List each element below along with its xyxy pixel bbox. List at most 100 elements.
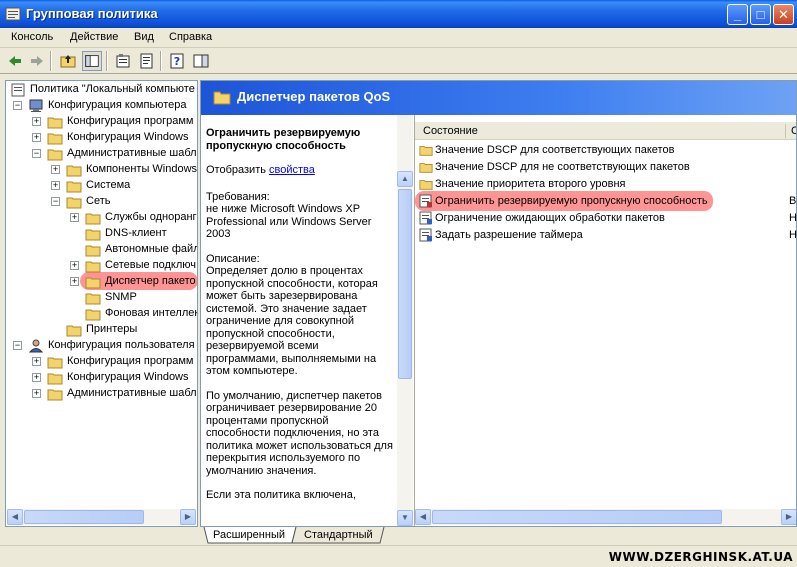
user-icon	[28, 339, 44, 353]
list-item-label: Значение DSCP для не соответствующих пак…	[435, 161, 690, 173]
tree-item-label: DNS-клиент	[105, 227, 167, 239]
expand-icon[interactable]: +	[32, 373, 41, 382]
folder-open-icon	[85, 277, 101, 289]
title-bar: Групповая политика _ □ ✕	[0, 0, 797, 28]
watermark-text: WWW.DZERGHINSK.AT.UA	[608, 550, 793, 564]
folder-icon	[419, 146, 433, 156]
list-item-selected[interactable]: Ограничить резервируемую пропускную спос…	[417, 193, 797, 210]
list-item[interactable]: Задать разрешение таймера Н	[417, 227, 797, 244]
column-header-state[interactable]: С	[791, 125, 796, 137]
folder-icon	[47, 373, 63, 385]
list-item[interactable]: Значение DSCP для не соответствующих пак…	[417, 159, 796, 176]
scroll-left-icon[interactable]: ◀	[7, 509, 23, 525]
view-tabs: Расширенный Стандартный	[200, 527, 797, 545]
menu-console[interactable]: Консоль	[11, 31, 53, 43]
folder-icon	[85, 309, 101, 321]
tree-item-label: Конфигурация программ	[67, 355, 194, 367]
column-divider[interactable]	[785, 124, 786, 138]
properties-icon[interactable]	[113, 51, 133, 71]
tab-standard[interactable]: Стандартный	[304, 529, 373, 545]
list-item-label: Значение DSCP для соответствующих пакето…	[435, 144, 675, 156]
properties-link[interactable]: свойства	[269, 164, 315, 176]
scroll-thumb[interactable]	[432, 510, 722, 524]
tree-item-label: Конфигурация пользователя	[48, 339, 195, 351]
list-horizontal-scrollbar[interactable]: ◀ ▶	[415, 509, 796, 525]
forward-arrow-icon[interactable]	[27, 51, 47, 71]
scroll-right-icon[interactable]: ▶	[180, 509, 196, 525]
collapse-icon[interactable]: −	[13, 101, 22, 110]
scroll-up-icon[interactable]: ▲	[397, 171, 413, 187]
maximize-button[interactable]: □	[750, 4, 771, 25]
expand-icon[interactable]: +	[32, 133, 41, 142]
list-item-state: Н	[789, 229, 797, 241]
back-arrow-icon[interactable]	[5, 51, 25, 71]
tree-item-label: Диспетчер пакето	[105, 275, 196, 287]
list-item[interactable]: Ограничение ожидающих обработки пакетов …	[417, 210, 796, 227]
folder-icon	[85, 213, 101, 225]
expand-icon[interactable]: +	[70, 277, 79, 286]
folder-icon	[85, 229, 101, 241]
policy-setting-icon	[419, 228, 432, 242]
show-tree-icon[interactable]	[82, 51, 102, 71]
tree-item-label: Конфигурация компьютера	[48, 99, 187, 111]
up-folder-icon[interactable]	[58, 51, 78, 71]
expand-icon[interactable]: +	[70, 213, 79, 222]
description-vertical-scrollbar[interactable]: ▲ ▼	[397, 115, 413, 526]
enabled-text: Если эта политика включена,	[206, 489, 356, 501]
expand-icon[interactable]: +	[32, 389, 41, 398]
folder-icon	[66, 325, 82, 337]
tree-horizontal-scrollbar[interactable]: ◀ ▶	[7, 509, 196, 525]
minimize-button[interactable]: _	[727, 4, 748, 25]
collapse-icon[interactable]: −	[32, 149, 41, 158]
expand-icon[interactable]: +	[32, 117, 41, 126]
description-pane: Ограничить резервируемую пропускную спос…	[201, 115, 414, 526]
folder-icon	[66, 181, 82, 193]
tree-item-label: Службы одноранг	[105, 211, 197, 223]
expand-icon[interactable]: +	[32, 357, 41, 366]
tree-item-label: Конфигурация Windows	[67, 371, 189, 383]
description-body: Описание: Определяет долю в процентах пр…	[206, 252, 378, 378]
tree-item-label: Система	[86, 179, 131, 191]
folder-open-icon	[47, 149, 63, 161]
tree-item-label: Фоновая интеллек	[105, 307, 198, 319]
menu-view[interactable]: Вид	[134, 31, 154, 43]
tree-item-label: Административные шабл	[67, 387, 197, 399]
folder-icon	[66, 165, 82, 177]
toolbar-separator	[106, 51, 108, 71]
requirements-text: Требования: не ниже Microsoft Windows XP…	[206, 190, 372, 241]
settings-list[interactable]: Состояние С Значение DSCP для соответств…	[414, 115, 797, 526]
close-button[interactable]: ✕	[773, 4, 794, 25]
window-title: Групповая политика	[26, 6, 158, 21]
toolbar-separator	[50, 51, 52, 71]
scroll-right-icon[interactable]: ▶	[781, 509, 796, 525]
scroll-down-icon[interactable]: ▼	[397, 510, 413, 526]
help-icon[interactable]: ?	[167, 51, 187, 71]
folder-icon	[47, 357, 63, 369]
group-policy-icon	[5, 7, 21, 21]
folder-icon	[47, 133, 63, 145]
collapse-icon[interactable]: −	[13, 341, 22, 350]
status-bar: WWW.DZERGHINSK.AT.UA	[0, 545, 797, 567]
scroll-thumb[interactable]	[24, 510, 144, 524]
tree-pane[interactable]: Политика "Локальный компьюте − Конфигура…	[5, 80, 198, 527]
export-list-icon[interactable]	[137, 51, 157, 71]
expand-icon[interactable]: +	[51, 165, 60, 174]
menu-action[interactable]: Действие	[70, 31, 118, 43]
setting-title: Ограничить резервируемую пропускную спос…	[206, 127, 361, 152]
list-item[interactable]: Значение DSCP для соответствующих пакето…	[417, 142, 796, 159]
toolbar-separator	[160, 51, 162, 71]
collapse-icon[interactable]: −	[51, 197, 60, 206]
expand-icon[interactable]: +	[70, 261, 79, 270]
scroll-left-icon[interactable]: ◀	[415, 509, 431, 525]
svg-text:?: ?	[174, 55, 180, 68]
list-item-state: В	[789, 195, 797, 207]
list-item-label: Ограничить резервируемую пропускную спос…	[435, 195, 708, 207]
scroll-thumb[interactable]	[398, 189, 412, 379]
column-header-name[interactable]: Состояние	[423, 125, 478, 137]
folder-icon	[47, 117, 63, 129]
tab-extended[interactable]: Расширенный	[213, 529, 285, 545]
expand-icon[interactable]: +	[51, 181, 60, 190]
folder-open-icon	[66, 197, 82, 209]
show-description-icon[interactable]	[191, 51, 211, 71]
menu-help[interactable]: Справка	[169, 31, 212, 43]
